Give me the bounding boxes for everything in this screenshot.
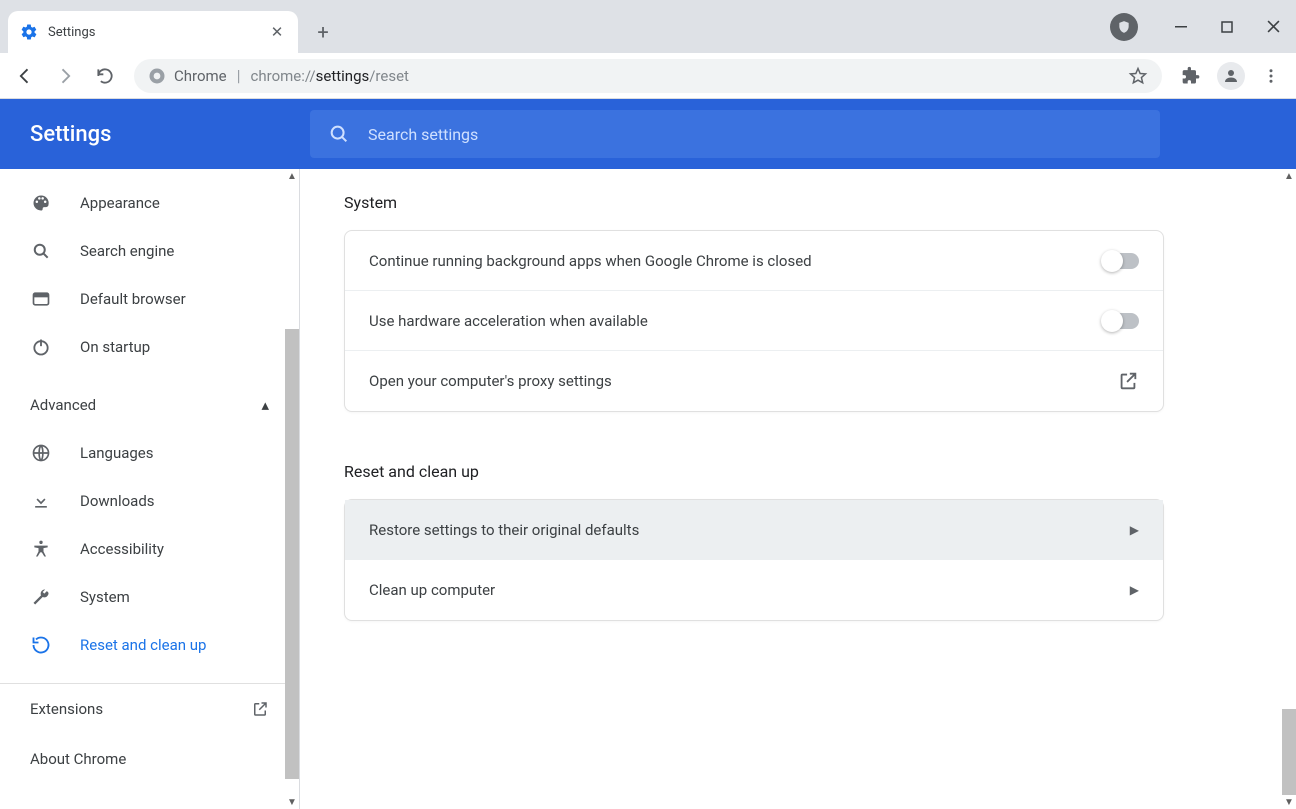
row-label: Restore settings to their original defau…	[369, 521, 639, 539]
sidebar-item-label: Downloads	[80, 492, 155, 510]
extensions-icon[interactable]	[1174, 59, 1208, 93]
site-chip: Chrome	[148, 67, 227, 85]
advanced-label: Advanced	[30, 396, 96, 414]
sidebar-item-label: Accessibility	[80, 540, 164, 558]
sidebar-item-system[interactable]: System	[0, 573, 299, 621]
reset-card: Restore settings to their original defau…	[344, 499, 1164, 621]
search-icon	[328, 123, 350, 145]
sidebar-item-default-browser[interactable]: Default browser	[0, 275, 299, 323]
open-external-icon	[1117, 370, 1139, 392]
settings-header: Settings	[0, 99, 1296, 169]
section-title-system: System	[344, 193, 1164, 212]
restore-icon	[30, 635, 52, 655]
download-icon	[30, 491, 52, 511]
sidebar-item-label: Reset and clean up	[80, 636, 206, 654]
settings-search[interactable]	[310, 110, 1160, 158]
maximize-button[interactable]	[1204, 7, 1250, 47]
row-label: Clean up computer	[369, 581, 495, 599]
omnibox-url: chrome://settings/reset	[251, 67, 409, 85]
minimize-button[interactable]	[1158, 7, 1204, 47]
forward-button[interactable]	[48, 59, 82, 93]
tab-title: Settings	[48, 25, 268, 40]
settings-body: ▲ Appearance Search engine Default brows…	[0, 169, 1296, 809]
sidebar-item-reset[interactable]: Reset and clean up	[0, 621, 299, 669]
power-icon	[30, 337, 52, 357]
toggle-background-apps[interactable]	[1103, 253, 1139, 269]
sidebar-item-label: On startup	[80, 338, 150, 356]
row-clean-up[interactable]: Clean up computer ▶	[345, 560, 1163, 620]
row-label: Use hardware acceleration when available	[369, 312, 648, 330]
extensions-label: Extensions	[30, 700, 103, 718]
chevron-right-icon: ▶	[1130, 523, 1139, 537]
row-restore-defaults[interactable]: Restore settings to their original defau…	[345, 500, 1163, 560]
back-button[interactable]	[8, 59, 42, 93]
toggle-hardware-accel[interactable]	[1103, 313, 1139, 329]
main-scrollbar-thumb[interactable]	[1282, 709, 1296, 795]
browser-toolbar: Chrome | chrome://settings/reset	[0, 53, 1296, 99]
chrome-icon	[148, 67, 166, 85]
row-label: Open your computer's proxy settings	[369, 372, 612, 390]
chevron-right-icon: ▶	[1130, 583, 1139, 597]
reload-button[interactable]	[88, 59, 122, 93]
main-scroll-up-icon[interactable]: ▲	[1282, 169, 1296, 183]
sidebar-scrollbar-thumb[interactable]	[285, 329, 299, 779]
sidebar-item-on-startup[interactable]: On startup	[0, 323, 299, 371]
globe-icon	[30, 443, 52, 463]
accessibility-icon	[30, 539, 52, 559]
system-card: Continue running background apps when Go…	[344, 230, 1164, 412]
settings-main: ▲ System Continue running background app…	[300, 169, 1296, 809]
sidebar-item-appearance[interactable]: Appearance	[0, 179, 299, 227]
close-window-button[interactable]	[1250, 7, 1296, 47]
about-label: About Chrome	[30, 750, 126, 768]
open-external-icon	[251, 700, 269, 718]
browser-icon	[30, 289, 52, 309]
sidebar-item-label: Appearance	[80, 194, 160, 212]
bookmark-star-icon[interactable]	[1128, 66, 1148, 86]
sidebar-item-extensions[interactable]: Extensions	[0, 684, 299, 734]
section-title-reset: Reset and clean up	[344, 462, 1164, 481]
address-bar[interactable]: Chrome | chrome://settings/reset	[134, 59, 1162, 93]
browser-tab[interactable]: Settings ✕	[8, 11, 298, 53]
menu-button[interactable]	[1254, 59, 1288, 93]
sidebar-item-label: System	[80, 588, 130, 606]
sidebar-item-accessibility[interactable]: Accessibility	[0, 525, 299, 573]
palette-icon	[30, 193, 52, 213]
settings-title: Settings	[0, 122, 310, 147]
row-label: Continue running background apps when Go…	[369, 252, 812, 270]
scroll-up-icon[interactable]: ▲	[285, 169, 299, 183]
new-tab-button[interactable]: +	[308, 17, 338, 47]
settings-sidebar: ▲ Appearance Search engine Default brows…	[0, 169, 300, 809]
chevron-up-icon: ▴	[261, 396, 269, 414]
sidebar-item-label: Languages	[80, 444, 154, 462]
sidebar-item-languages[interactable]: Languages	[0, 429, 299, 477]
profile-avatar[interactable]	[1214, 59, 1248, 93]
search-icon	[30, 241, 52, 261]
titlebar: Settings ✕ +	[0, 0, 1296, 53]
site-chip-label: Chrome	[174, 67, 227, 85]
sidebar-item-downloads[interactable]: Downloads	[0, 477, 299, 525]
wrench-icon	[30, 587, 52, 607]
sidebar-item-about[interactable]: About Chrome	[0, 734, 299, 784]
incognito-indicator-icon[interactable]	[1110, 13, 1138, 41]
row-background-apps[interactable]: Continue running background apps when Go…	[345, 231, 1163, 291]
sidebar-advanced-toggle[interactable]: Advanced ▴	[0, 381, 299, 429]
row-hardware-accel[interactable]: Use hardware acceleration when available	[345, 291, 1163, 351]
sidebar-item-label: Search engine	[80, 242, 174, 260]
scroll-down-icon[interactable]: ▼	[285, 795, 299, 809]
sidebar-item-search-engine[interactable]: Search engine	[0, 227, 299, 275]
row-proxy-settings[interactable]: Open your computer's proxy settings	[345, 351, 1163, 411]
window-controls	[1110, 0, 1296, 53]
sidebar-item-label: Default browser	[80, 290, 186, 308]
main-scroll-down-icon[interactable]: ▼	[1282, 795, 1296, 809]
omnibox-divider: |	[237, 66, 241, 85]
settings-search-input[interactable]	[368, 125, 1142, 144]
gear-icon	[20, 23, 38, 41]
close-tab-icon[interactable]: ✕	[268, 23, 286, 41]
